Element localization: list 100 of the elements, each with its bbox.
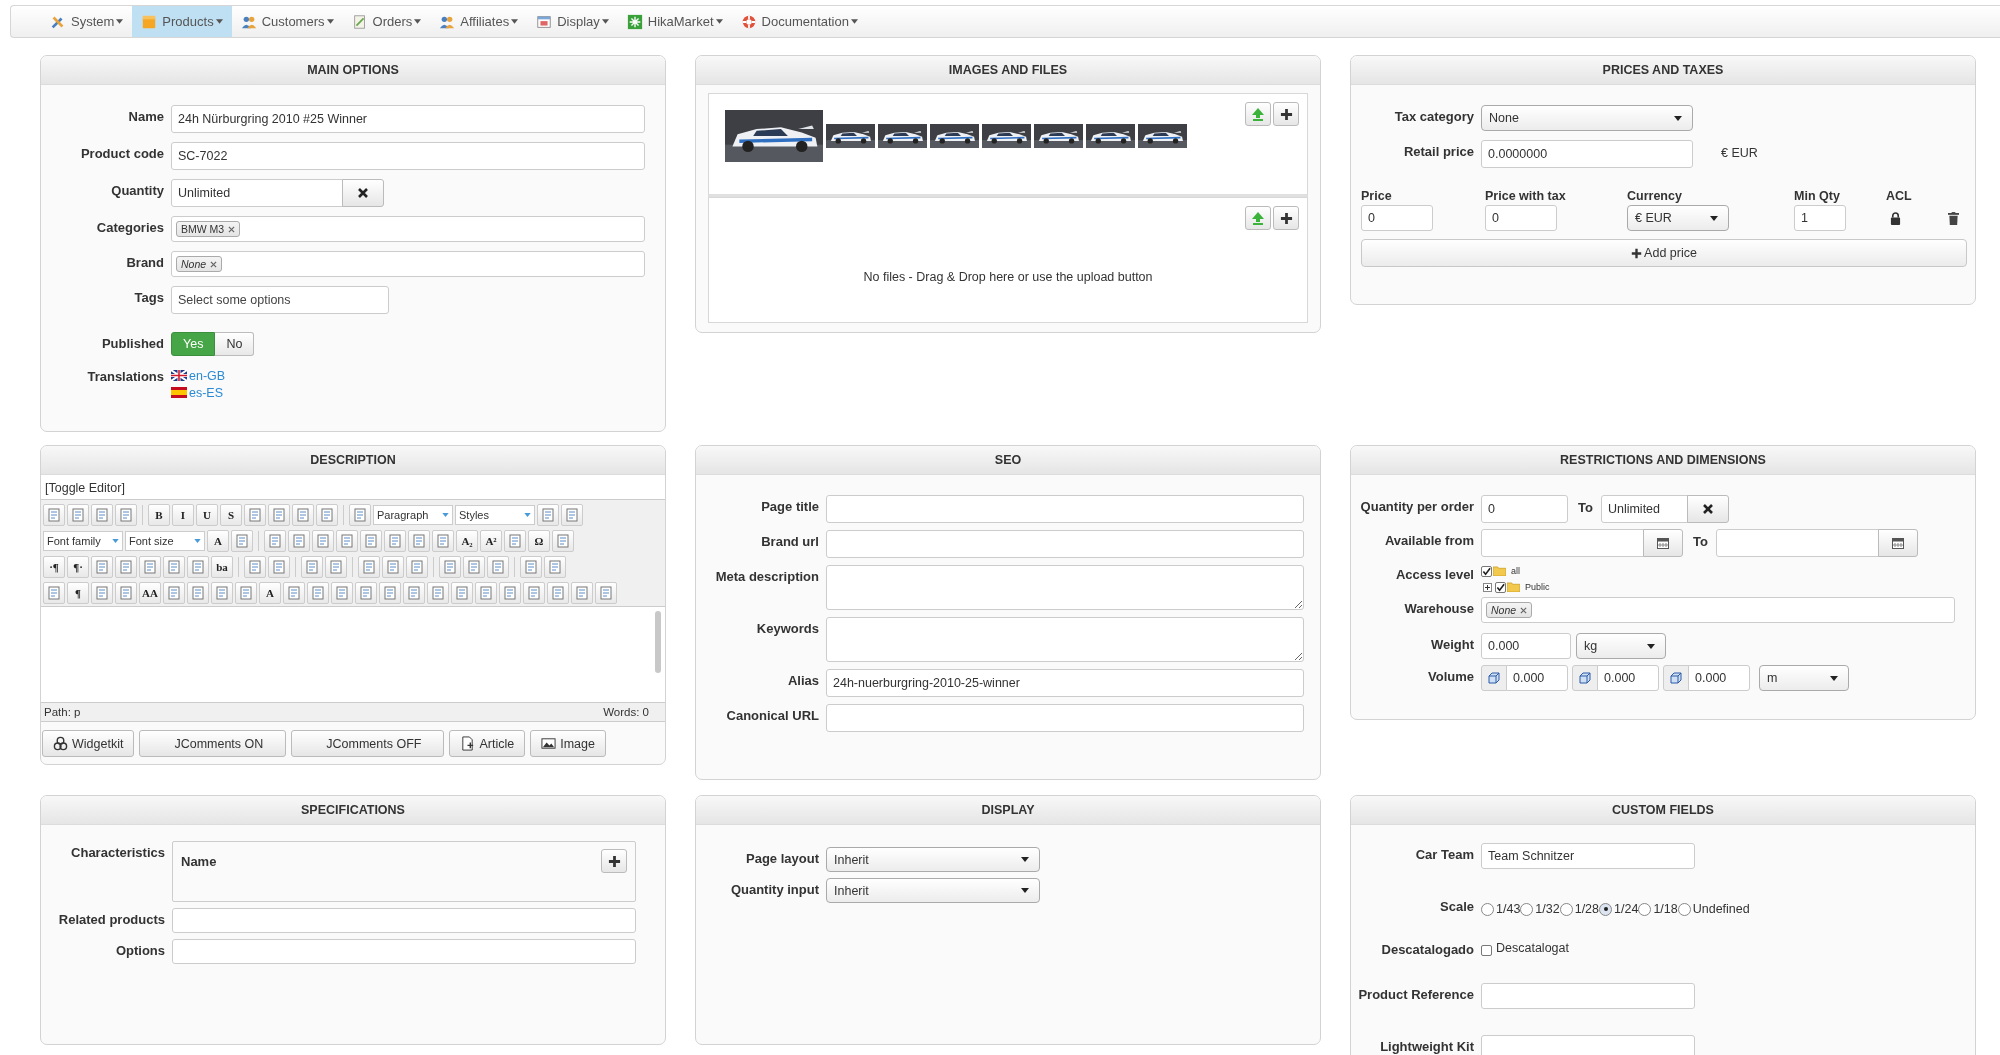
editor-tool-button[interactable] <box>544 556 566 578</box>
format-select[interactable]: Styles <box>455 505 535 525</box>
editor-tool-button[interactable] <box>292 504 314 526</box>
editor-tool-button[interactable] <box>163 582 185 604</box>
format-select[interactable]: Font family <box>43 531 123 551</box>
lightweight-kit-field[interactable] <box>1481 1035 1695 1055</box>
name-field[interactable]: 24h Nürburgring 2010 #25 Winner <box>171 105 645 133</box>
minimum-quantity-field[interactable]: 0 <box>1481 495 1568 523</box>
tax-category-select[interactable]: None <box>1481 105 1693 131</box>
editor-tool-button[interactable] <box>571 582 593 604</box>
dropdown-select[interactable]: Inherit <box>826 847 1040 872</box>
menu-item[interactable]: Display <box>527 6 618 37</box>
editor-tool-button[interactable] <box>115 504 137 526</box>
editor-extension-button[interactable]: JComments ON <box>139 730 287 757</box>
remove-icon[interactable] <box>1520 606 1528 614</box>
radio-button[interactable] <box>1559 902 1573 916</box>
radio-button[interactable] <box>1599 902 1613 916</box>
checkbox[interactable] <box>1481 945 1492 956</box>
format-button[interactable]: ¶· <box>67 556 89 578</box>
volume-field[interactable]: 0.000 <box>1506 665 1568 691</box>
editor-tool-button[interactable] <box>91 556 113 578</box>
checkbox[interactable] <box>1495 581 1506 593</box>
text-field[interactable] <box>826 495 1304 523</box>
related-products-field[interactable] <box>172 908 636 933</box>
volume-field[interactable]: 0.000 <box>1688 665 1750 691</box>
editor-tool-button[interactable] <box>307 582 329 604</box>
format-button[interactable]: I <box>172 504 194 526</box>
text-field[interactable] <box>826 704 1304 732</box>
menu-item[interactable]: HikaMarket <box>617 6 732 37</box>
format-button[interactable]: B <box>148 504 170 526</box>
menu-item[interactable]: Documentation <box>731 6 867 37</box>
editor-tool-button[interactable] <box>187 556 209 578</box>
editor-tool-button[interactable] <box>432 530 454 552</box>
editor-tool-button[interactable] <box>523 582 545 604</box>
text-field[interactable]: 24h-nuerburgring-2010-25-winner <box>826 669 1304 697</box>
editor-tool-button[interactable] <box>91 504 113 526</box>
editor-tool-button[interactable] <box>561 504 583 526</box>
editor-tool-button[interactable] <box>244 504 266 526</box>
translation-link[interactable]: en-GB <box>189 368 226 383</box>
weight-unit-select[interactable]: kg <box>1576 633 1666 659</box>
text-area[interactable] <box>826 565 1304 610</box>
editor-tool-button[interactable] <box>43 582 65 604</box>
product-code-field[interactable]: SC-7022 <box>171 142 645 170</box>
min-qty-field[interactable]: 1 <box>1794 205 1846 231</box>
menu-item[interactable]: Customers <box>231 6 343 37</box>
editor-extension-button[interactable]: Image <box>530 730 606 757</box>
editor-tool-button[interactable] <box>382 556 404 578</box>
format-button[interactable]: A₂ <box>456 530 478 552</box>
radio-button[interactable] <box>1481 902 1494 916</box>
currency-select[interactable]: € EUR <box>1627 205 1729 231</box>
editor-tool-button[interactable] <box>336 530 358 552</box>
editor-tool-button[interactable] <box>312 530 334 552</box>
editor-tool-button[interactable] <box>268 556 290 578</box>
date-field[interactable] <box>1715 529 1879 557</box>
format-select[interactable]: Paragraph <box>373 505 453 525</box>
editor-tool-button[interactable] <box>475 582 497 604</box>
editor-tool-button[interactable] <box>244 556 266 578</box>
editor-extension-button[interactable]: JComments OFF <box>291 730 445 757</box>
editor-extension-button[interactable]: Widgetkit <box>42 730 135 757</box>
editor-tool-button[interactable] <box>504 530 526 552</box>
editor-tool-button[interactable] <box>316 504 338 526</box>
expand-toggle[interactable] <box>1483 582 1492 592</box>
editor-tool-button[interactable] <box>355 582 377 604</box>
editor-tool-button[interactable] <box>268 504 290 526</box>
editor-tool-button[interactable] <box>163 556 185 578</box>
date-field[interactable] <box>1481 529 1644 557</box>
product-reference-field[interactable] <box>1481 983 1695 1009</box>
editor-tool-button[interactable] <box>499 582 521 604</box>
menu-item[interactable]: Affiliates <box>430 6 528 37</box>
editor-tool-button[interactable] <box>358 556 380 578</box>
editor-tool-button[interactable] <box>331 582 353 604</box>
volume-field[interactable]: 0.000 <box>1597 665 1659 691</box>
weight-field[interactable]: 0.000 <box>1481 633 1571 659</box>
editor-tool-button[interactable] <box>427 582 449 604</box>
lock-icon[interactable] <box>1890 211 1901 225</box>
format-button[interactable]: S <box>220 504 242 526</box>
tags-field[interactable]: Select some options <box>171 286 389 314</box>
format-select[interactable]: Font size <box>125 531 205 551</box>
options-field[interactable] <box>172 939 636 964</box>
format-button[interactable]: ba <box>211 556 233 578</box>
clear-button[interactable] <box>1686 495 1729 523</box>
format-button[interactable]: ·¶ <box>43 556 65 578</box>
brand-field[interactable]: None <box>171 251 645 277</box>
text-area[interactable] <box>826 617 1304 662</box>
editor-tool-button[interactable] <box>520 556 542 578</box>
retail-price-field[interactable]: 0.0000000 <box>1481 140 1693 168</box>
editor-tool-button[interactable] <box>91 582 113 604</box>
translation-link[interactable]: es-ES <box>189 385 224 400</box>
editor-tool-button[interactable] <box>379 582 401 604</box>
price-with-tax-field[interactable]: 0 <box>1485 205 1557 231</box>
editor-tool-button[interactable] <box>115 582 137 604</box>
editor-tool-button[interactable] <box>187 582 209 604</box>
format-button[interactable]: A² <box>480 530 502 552</box>
editor-tool-button[interactable] <box>408 530 430 552</box>
car-team-field[interactable]: Team Schnitzer <box>1481 843 1695 869</box>
editor-tool-button[interactable] <box>231 530 253 552</box>
editor-tool-button[interactable] <box>301 556 323 578</box>
menu-item[interactable]: Orders <box>342 6 431 37</box>
toggle-editor-link[interactable]: [Toggle Editor] <box>41 475 665 499</box>
add-button[interactable] <box>601 849 627 873</box>
